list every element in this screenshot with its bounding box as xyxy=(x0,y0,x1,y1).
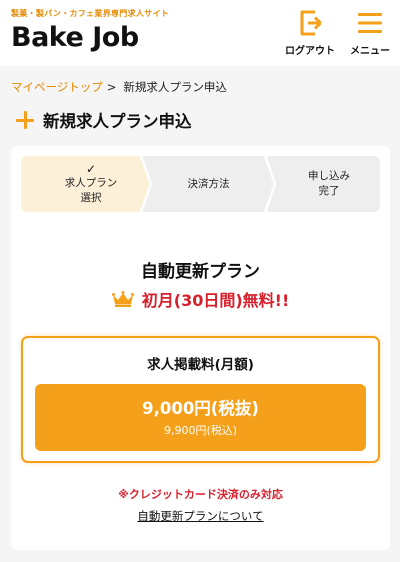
breadcrumb-separator: > xyxy=(106,80,117,94)
site-logo[interactable]: Bake Job xyxy=(11,22,139,54)
site-tagline: 製菓・製パン・カフェ業界専門求人サイト xyxy=(11,9,170,18)
menu-label: メニュー xyxy=(350,46,390,57)
select-plan-button[interactable]: 9,000円(税抜) 9,900円(税込) xyxy=(35,384,366,451)
plus-icon xyxy=(16,111,34,129)
logout-button[interactable]: ログアウト xyxy=(284,10,336,60)
breadcrumb: マイページトップ > 新規求人プラン申込 xyxy=(11,79,227,95)
about-plan-link[interactable]: 自動更新プランについて xyxy=(137,509,263,523)
breadcrumb-home-link[interactable]: マイページトップ xyxy=(11,79,103,95)
step-1-line1: 求人プラン xyxy=(64,176,118,189)
crown-icon xyxy=(111,291,134,307)
fee-title: 求人掲載料(月額) xyxy=(147,357,254,373)
step-1-line2: 選択 xyxy=(80,191,102,204)
menu-button[interactable]: メニュー xyxy=(344,10,396,60)
plan-card: ✓ 求人プラン 選択 決済方法 申し込み 完了 自動更新プラン 初月(30日間)… xyxy=(11,146,390,550)
promo-text: 初月(30日間)無料!! xyxy=(141,291,290,310)
check-icon: ✓ xyxy=(85,161,97,176)
step-2: 決済方法 xyxy=(161,156,256,212)
page-title: 新規求人プラン申込 xyxy=(16,108,192,132)
step-1: ✓ 求人プラン 選択 xyxy=(41,156,141,212)
page-title-text: 新規求人プラン申込 xyxy=(43,112,192,131)
fee-box: 求人掲載料(月額) 9,000円(税抜) 9,900円(税込) xyxy=(21,336,380,463)
step-3: 申し込み 完了 xyxy=(279,156,379,212)
plan-name: 自動更新プラン xyxy=(141,262,260,282)
site-header: 製菓・製パン・カフェ業界専門求人サイト Bake Job ログアウト メニュー xyxy=(0,0,400,66)
progress-steps: ✓ 求人プラン 選択 決済方法 申し込み 完了 xyxy=(21,156,380,212)
promo-banner: 初月(30日間)無料!! xyxy=(11,287,390,311)
payment-note: ※クレジットカード決済のみ対応 xyxy=(118,488,283,501)
logout-label: ログアウト xyxy=(285,46,335,57)
hamburger-menu-icon xyxy=(358,13,382,33)
breadcrumb-current: 新規求人プラン申込 xyxy=(123,80,227,94)
step-3-line2: 完了 xyxy=(318,185,340,197)
price-incl-tax: 9,900円(税込) xyxy=(163,423,238,437)
step-3-line1: 申し込み xyxy=(308,170,350,182)
price-excl-tax: 9,000円(税抜) xyxy=(142,398,259,418)
logout-icon xyxy=(300,10,321,36)
step-2-line1: 決済方法 xyxy=(187,177,230,190)
about-plan-link-wrap: 自動更新プランについて xyxy=(11,508,390,524)
